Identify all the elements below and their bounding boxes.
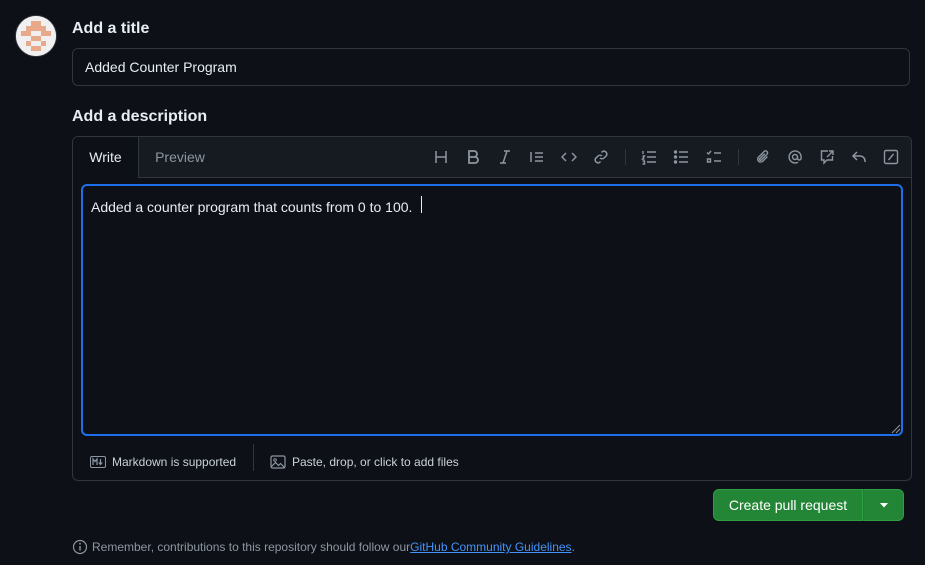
tab-preview[interactable]: Preview <box>140 137 220 177</box>
note-suffix: . <box>571 540 575 554</box>
text-cursor <box>421 196 422 213</box>
bold-icon[interactable] <box>463 147 483 167</box>
description-textarea[interactable]: Added a counter program that counts from… <box>81 184 903 436</box>
heading-icon[interactable] <box>431 147 451 167</box>
markdown-icon <box>90 456 106 468</box>
attach-icon[interactable] <box>753 147 773 167</box>
info-icon <box>72 539 88 555</box>
link-icon[interactable] <box>591 147 611 167</box>
saved-reply-icon[interactable] <box>849 147 869 167</box>
editor-footer: Markdown is supported Paste, drop, or cl… <box>73 444 911 480</box>
guidelines-note: Remember, contributions to this reposito… <box>72 538 575 556</box>
add-files-label: Paste, drop, or click to add files <box>292 455 459 469</box>
create-pr-dropdown-button[interactable] <box>863 489 904 521</box>
note-text: Remember, contributions to this reposito… <box>92 540 411 554</box>
ordered-list-icon[interactable] <box>639 147 659 167</box>
avatar[interactable] <box>16 16 56 56</box>
resize-grip-icon[interactable] <box>889 422 901 434</box>
footer-divider <box>253 444 254 471</box>
description-heading: Add a description <box>72 108 208 125</box>
identicon-image <box>16 16 56 56</box>
create-pr-button-group: Create pull request <box>713 489 904 521</box>
cross-reference-icon[interactable] <box>817 147 837 167</box>
task-list-icon[interactable] <box>704 147 724 167</box>
editor-header: Write Preview <box>73 137 911 178</box>
code-icon[interactable] <box>559 147 579 167</box>
markdown-supported-link[interactable]: Markdown is supported <box>90 452 236 472</box>
tab-write[interactable]: Write <box>73 137 139 178</box>
add-files-button[interactable]: Paste, drop, or click to add files <box>270 452 459 472</box>
title-heading: Add a title <box>72 20 150 37</box>
slash-command-icon[interactable] <box>881 147 901 167</box>
toolbar-divider <box>738 149 739 165</box>
community-guidelines-link[interactable]: GitHub Community Guidelines <box>410 540 571 554</box>
title-input[interactable] <box>72 48 910 86</box>
italic-icon[interactable] <box>495 147 515 167</box>
image-icon <box>270 455 286 469</box>
caret-down-icon <box>879 503 888 508</box>
description-editor: Write Preview Added a counter program th… <box>72 136 912 481</box>
toolbar-divider <box>625 149 626 165</box>
unordered-list-icon[interactable] <box>671 147 691 167</box>
create-pull-request-button[interactable]: Create pull request <box>713 489 863 521</box>
quote-icon[interactable] <box>527 147 547 167</box>
markdown-label: Markdown is supported <box>112 455 237 469</box>
mention-icon[interactable] <box>785 147 805 167</box>
